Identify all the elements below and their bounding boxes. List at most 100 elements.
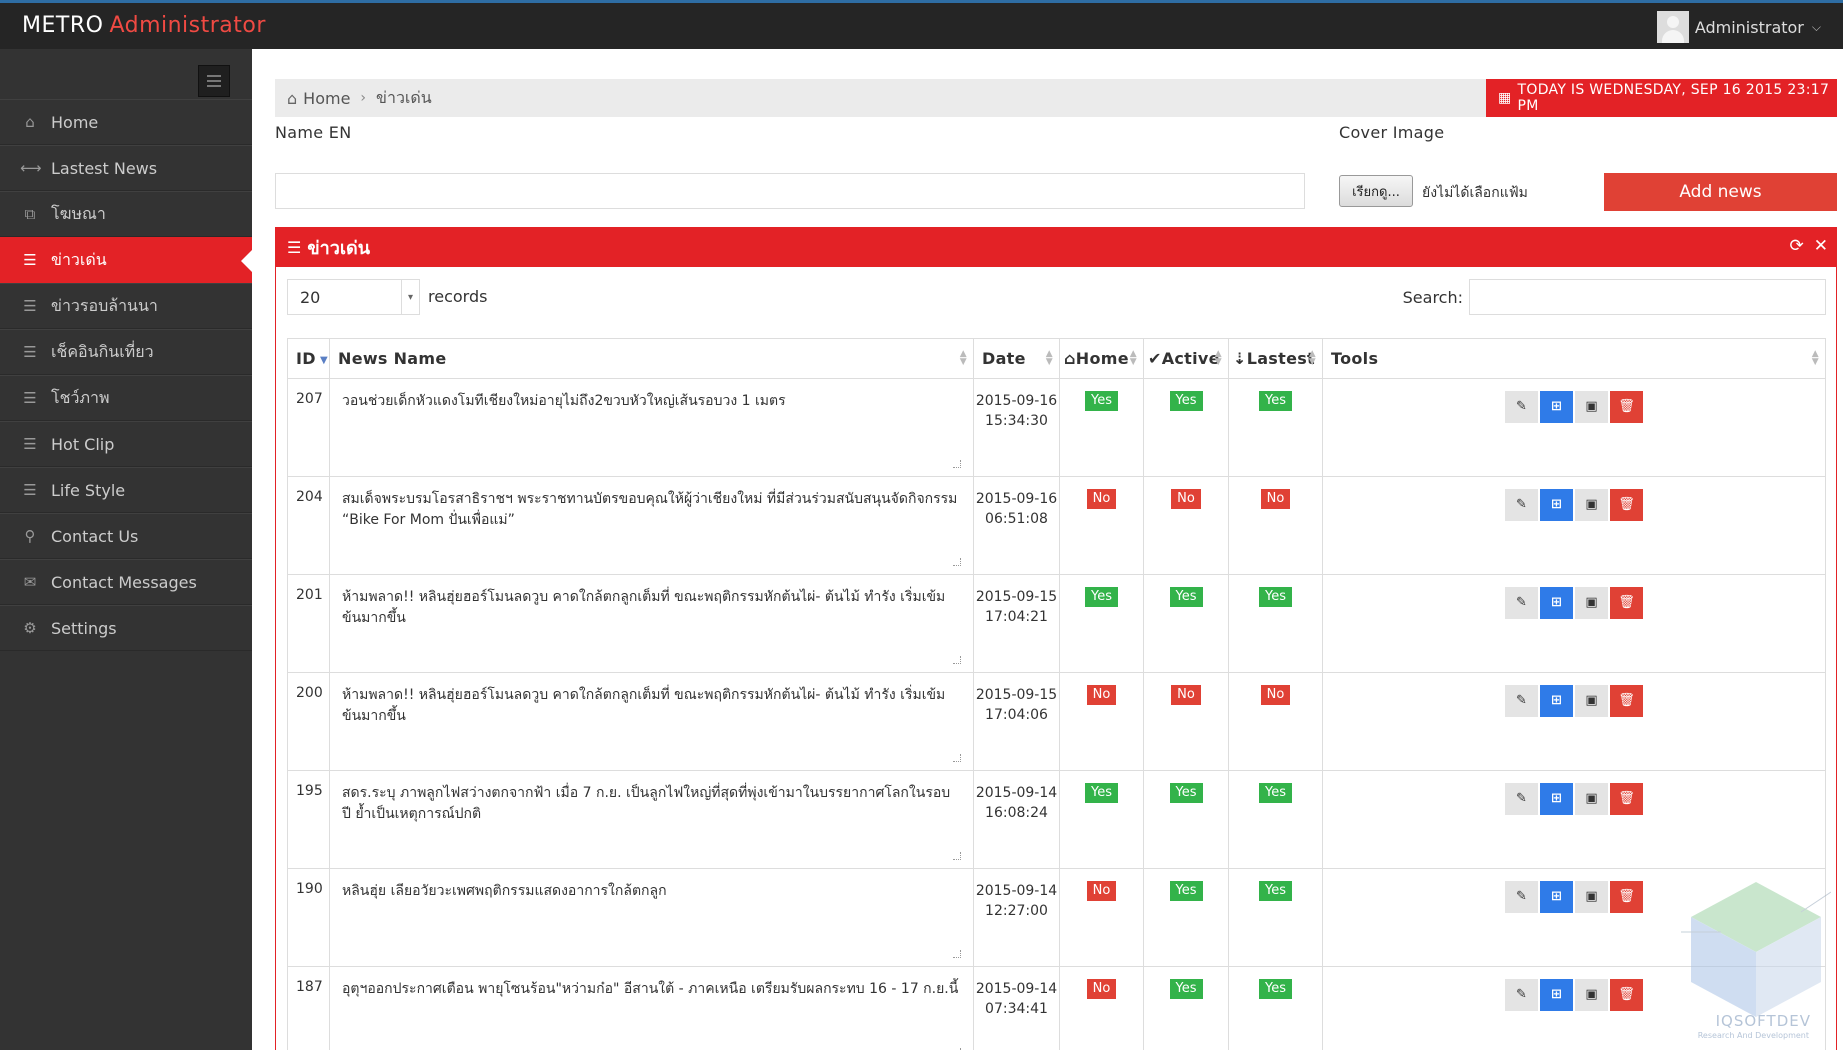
resize-handle-icon[interactable]	[953, 558, 961, 566]
resize-handle-icon[interactable]	[953, 460, 961, 468]
add-news-button[interactable]: Add news	[1604, 173, 1837, 211]
active-status-badge[interactable]: Yes	[1169, 979, 1203, 999]
name-en-input[interactable]	[275, 173, 1305, 209]
sort-icon: ▲ ▼	[1129, 349, 1137, 367]
sidebar-item[interactable]: ☰ ข่าวเด่น	[0, 237, 253, 283]
column-header-tools[interactable]: Tools ▲ ▼	[1322, 338, 1826, 379]
records-per-page-select[interactable]: 20 ▾	[287, 279, 420, 315]
column-header-lastest[interactable]: ⇣Lastest ▲ ▼	[1228, 338, 1323, 379]
edit-button[interactable]: ✎	[1505, 881, 1538, 913]
image-button[interactable]: ▣	[1575, 391, 1608, 423]
lastest-status-badge[interactable]: Yes	[1259, 783, 1292, 803]
active-status-badge[interactable]: Yes	[1169, 391, 1203, 411]
home-cell: Yes	[1059, 770, 1144, 869]
image-button[interactable]: ▣	[1575, 979, 1608, 1011]
home-status-badge[interactable]: Yes	[1085, 783, 1118, 803]
active-status-badge[interactable]: Yes	[1169, 587, 1203, 607]
active-status-badge[interactable]: Yes	[1169, 783, 1203, 803]
edit-button[interactable]: ✎	[1505, 783, 1538, 815]
delete-button[interactable]: 🗑	[1610, 489, 1643, 521]
sidebar-item[interactable]: ⚲ Contact Us	[0, 513, 252, 559]
delete-button[interactable]: 🗑	[1610, 979, 1643, 1011]
news-name-cell: ห้ามพลาด!! หลินฮุ่ยฮอร์โมนลดวูบ คาดใกล้ต…	[329, 574, 974, 673]
sidebar-item[interactable]: ✉ Contact Messages	[0, 559, 252, 605]
lastest-status-badge[interactable]: Yes	[1259, 391, 1292, 411]
column-header-id[interactable]: ID ▼	[287, 338, 330, 379]
add-item-button[interactable]: ⊞	[1540, 489, 1573, 521]
lastest-status-badge[interactable]: Yes	[1259, 587, 1292, 607]
refresh-icon[interactable]: ⟳	[1790, 236, 1804, 256]
column-header-active[interactable]: ✔Active ▲ ▼	[1143, 338, 1229, 379]
edit-button[interactable]: ✎	[1505, 979, 1538, 1011]
add-item-button[interactable]: ⊞	[1540, 783, 1573, 815]
lastest-status-badge[interactable]: No	[1260, 685, 1291, 705]
image-button[interactable]: ▣	[1575, 881, 1608, 913]
sidebar-item[interactable]: ⚙ Settings	[0, 605, 252, 651]
lastest-status-badge[interactable]: Yes	[1259, 979, 1292, 999]
column-header-date[interactable]: Date ▲ ▼	[973, 338, 1060, 379]
home-status-badge[interactable]: Yes	[1085, 587, 1118, 607]
check-icon: ✔	[1148, 349, 1162, 368]
lastest-status-badge[interactable]: Yes	[1259, 881, 1292, 901]
sidebar-item[interactable]: ⟷ Lastest News	[0, 145, 252, 191]
lastest-cell: Yes	[1228, 378, 1323, 477]
resize-handle-icon[interactable]	[953, 656, 961, 664]
edit-button[interactable]: ✎	[1505, 685, 1538, 717]
add-item-button[interactable]: ⊞	[1540, 979, 1573, 1011]
delete-button[interactable]: 🗑	[1610, 685, 1643, 717]
resize-handle-icon[interactable]	[953, 852, 961, 860]
news-name-cell: สดร.ระบุ ภาพลูกไฟสว่างตกจากฟ้า เมื่อ 7 ก…	[329, 770, 974, 869]
image-button[interactable]: ▣	[1575, 685, 1608, 717]
sidebar-item[interactable]: ☰ Hot Clip	[0, 421, 252, 467]
edit-button[interactable]: ✎	[1505, 391, 1538, 423]
sidebar-item[interactable]: ☰ Life Style	[0, 467, 252, 513]
active-status-badge[interactable]: Yes	[1169, 881, 1203, 901]
sidebar-item[interactable]: ☰ โชว์ภาพ	[0, 375, 252, 421]
close-icon[interactable]: ✕	[1814, 236, 1828, 256]
edit-button[interactable]: ✎	[1505, 489, 1538, 521]
active-status-badge[interactable]: No	[1171, 489, 1201, 509]
resize-handle-icon[interactable]	[953, 754, 961, 762]
sidebar-item-label: Home	[51, 112, 99, 132]
sidebar-item[interactable]: ⧉ โฆษณา	[0, 191, 252, 237]
delete-button[interactable]: 🗑	[1610, 881, 1643, 913]
image-button[interactable]: ▣	[1575, 587, 1608, 619]
add-item-button[interactable]: ⊞	[1540, 587, 1573, 619]
user-menu[interactable]: Administrator ⌵	[1656, 11, 1821, 43]
image-button[interactable]: ▣	[1575, 783, 1608, 815]
resize-handle-icon[interactable]	[953, 950, 961, 958]
add-item-button[interactable]: ⊞	[1540, 881, 1573, 913]
home-status-badge[interactable]: No	[1086, 685, 1117, 705]
home-status-badge[interactable]: Yes	[1085, 391, 1118, 411]
active-cell: Yes	[1143, 770, 1229, 869]
cover-image-label: Cover Image	[1339, 123, 1445, 142]
sidebar-item[interactable]: ☰ เช็คอินกินเที่ยว	[0, 329, 252, 375]
delete-button[interactable]: 🗑	[1610, 587, 1643, 619]
image-button[interactable]: ▣	[1575, 489, 1608, 521]
delete-button[interactable]: 🗑	[1610, 391, 1643, 423]
edit-button[interactable]: ✎	[1505, 587, 1538, 619]
delete-button[interactable]: 🗑	[1610, 783, 1643, 815]
home-status-badge[interactable]: No	[1086, 979, 1117, 999]
sidebar-item[interactable]: ⌂ Home	[0, 99, 252, 145]
brand-logo[interactable]: METRO Administrator	[22, 13, 266, 38]
lastest-status-badge[interactable]: No	[1260, 489, 1291, 509]
column-header-news-name[interactable]: News Name ▲ ▼	[329, 338, 974, 379]
column-header-home[interactable]: ⌂Home ▲ ▼	[1059, 338, 1144, 379]
search-input[interactable]	[1469, 279, 1826, 315]
active-status-badge[interactable]: No	[1171, 685, 1201, 705]
home-status-badge[interactable]: No	[1086, 489, 1117, 509]
browse-file-button[interactable]: เรียกดู...	[1339, 175, 1413, 207]
add-item-button[interactable]: ⊞	[1540, 685, 1573, 717]
sidebar-item[interactable]: ☰ ข่าวรอบล้านนา	[0, 283, 252, 329]
home-icon: ⌂	[1064, 349, 1076, 368]
add-item-button[interactable]: ⊞	[1540, 391, 1573, 423]
home-status-badge[interactable]: No	[1086, 881, 1117, 901]
sidebar-toggle-button[interactable]	[198, 65, 230, 97]
home-cell: Yes	[1059, 378, 1144, 477]
id-cell: 204	[287, 476, 330, 575]
list-icon: ☰	[23, 435, 37, 453]
external-link-icon: ⧉	[24, 205, 36, 223]
breadcrumb-home-link[interactable]: Home	[303, 89, 350, 108]
row-date: 2015-09-14	[975, 883, 1058, 899]
